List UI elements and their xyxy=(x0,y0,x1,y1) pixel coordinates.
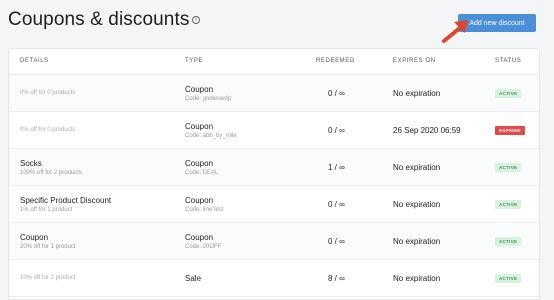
expiry-date: No expiration xyxy=(393,274,441,283)
discount-detail: 0% off for 0 products xyxy=(20,127,76,133)
discount-name: Socks xyxy=(20,159,42,168)
redeemed-count: 1 / ∞ xyxy=(328,163,345,172)
status-badge: ACTIVE xyxy=(495,200,522,209)
discounts-table: DETAILS TYPE REDEEMED EXPIRES ON STATUS … xyxy=(8,48,540,300)
status-badge: EXPIRED xyxy=(495,126,525,135)
coupon-code: Code: lmeTest xyxy=(185,207,224,213)
type-cell: Coupon Code: abb_by_mile xyxy=(185,122,237,139)
info-icon[interactable]: i xyxy=(192,16,200,24)
redeemed-count: 0 / ∞ xyxy=(328,89,345,98)
discount-type: Sale xyxy=(185,274,202,283)
type-cell: Coupon Code: gndwswdp xyxy=(185,85,231,102)
column-header-redeemed: REDEEMED xyxy=(316,58,355,64)
discount-name: Specific Product Discount xyxy=(20,196,112,205)
discount-type: Coupon xyxy=(185,85,214,94)
details-cell: Specific Product Discount 1% off for 1 pr… xyxy=(20,196,111,213)
column-header-expires-on: EXPIRES ON xyxy=(393,58,436,64)
expiry-date: No expiration xyxy=(393,89,441,98)
redeemed-count: 8 / ∞ xyxy=(328,274,345,283)
column-header-details: DETAILS xyxy=(20,58,49,64)
status-badge: ACTIVE xyxy=(495,163,522,172)
page-header: Coupons & discounts i Add new discount xyxy=(0,0,554,43)
type-cell: Coupon Code: DEAL xyxy=(185,159,218,176)
details-cell: Socks 100% off for 2 products xyxy=(20,159,82,176)
pointer-arrow-icon xyxy=(442,20,468,43)
table-row[interactable]: 0% off for 0 products Coupon Code: abb_by_… xyxy=(9,112,539,149)
table-header: DETAILS TYPE REDEEMED EXPIRES ON STATUS xyxy=(9,49,539,75)
status-badge: ACTIVE xyxy=(495,237,522,246)
status-badge: ACTIVE xyxy=(495,274,522,283)
table-row[interactable]: Socks 100% off for 2 products Coupon Code: … xyxy=(9,149,539,186)
details-cell: Coupon 20% off for 1 product xyxy=(20,233,76,250)
discount-type: Coupon xyxy=(185,159,214,168)
column-header-type: TYPE xyxy=(185,58,204,64)
table-row[interactable]: 10% off for 1 product Sale 8 / ∞ No expirat… xyxy=(9,260,539,297)
details-cell: 0% off for 0 products xyxy=(20,90,75,96)
coupon-code: Code: 20OFF xyxy=(185,244,222,250)
coupon-code: Code: DEAL xyxy=(185,170,219,176)
coupon-code: Code: abb_by_mile xyxy=(185,133,237,139)
redeemed-count: 0 / ∞ xyxy=(328,237,345,246)
discount-detail: 0% off for 0 products xyxy=(20,90,76,96)
discount-name: Coupon xyxy=(20,233,49,242)
discount-type: Coupon xyxy=(185,233,214,242)
column-header-status: STATUS xyxy=(495,58,522,64)
discount-detail: 20% off for 1 product xyxy=(20,244,76,250)
status-badge: ACTIVE xyxy=(495,89,522,98)
table-row[interactable]: 0% off for 0 products Coupon Code: gndwswd… xyxy=(9,75,539,112)
discount-detail: 1% off for 1 product xyxy=(20,207,73,213)
type-cell: Coupon Code: 20OFF xyxy=(185,233,221,250)
expiry-date: No expiration xyxy=(393,163,441,172)
expiry-date: No expiration xyxy=(393,237,441,246)
expiry-date: No expiration xyxy=(393,200,441,209)
expiry-date: 26 Sep 2020 06:59 xyxy=(393,126,461,135)
type-cell: Coupon Code: lmeTest xyxy=(185,196,223,213)
redeemed-count: 0 / ∞ xyxy=(328,126,345,135)
discount-type: Coupon xyxy=(185,122,214,131)
discount-type: Coupon xyxy=(185,196,214,205)
discount-detail: 100% off for 2 products xyxy=(20,170,82,176)
details-cell: 0% off for 0 products xyxy=(20,127,75,133)
redeemed-count: 0 / ∞ xyxy=(328,200,345,209)
table-row[interactable]: Specific Product Discount 1% off for 1 pr… xyxy=(9,186,539,223)
details-cell: 10% off for 1 product xyxy=(20,275,76,281)
page-title: Coupons & discounts xyxy=(8,9,190,30)
discount-detail: 10% off for 1 product xyxy=(20,275,76,281)
table-row[interactable]: Coupon 20% off for 1 product Coupon Code: 2… xyxy=(9,223,539,260)
type-cell: Sale xyxy=(185,274,201,283)
coupon-code: Code: gndwswdp xyxy=(185,96,232,102)
